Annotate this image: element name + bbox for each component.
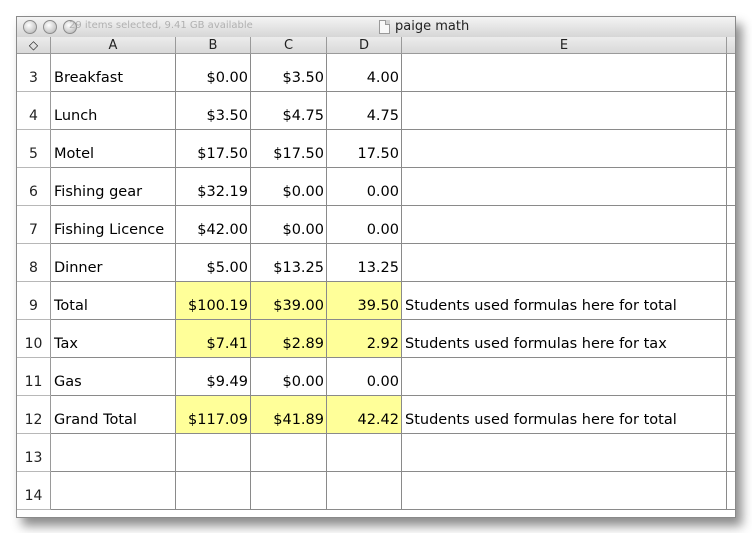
cell-b[interactable] [176, 472, 251, 510]
row-header[interactable]: 12 [17, 396, 51, 434]
cell-c[interactable]: $3.50 [251, 54, 327, 92]
column-header-d[interactable]: D [327, 37, 402, 54]
cell-a[interactable]: Breakfast [51, 54, 176, 92]
close-button[interactable] [23, 20, 37, 34]
cell-e[interactable] [402, 168, 727, 206]
spreadsheet-window: 29 items selected, 9.41 GB available pai… [16, 16, 736, 518]
row-header[interactable]: 6 [17, 168, 51, 206]
cell-e[interactable] [402, 434, 727, 472]
row-header[interactable]: 14 [17, 472, 51, 510]
cell-f[interactable] [727, 434, 735, 472]
cell-f[interactable] [727, 130, 735, 168]
row-header[interactable]: 3 [17, 54, 51, 92]
cell-e[interactable] [402, 92, 727, 130]
cell-b[interactable]: $42.00 [176, 206, 251, 244]
cell-f[interactable] [727, 206, 735, 244]
cell-a[interactable] [51, 472, 176, 510]
cell-e[interactable] [402, 472, 727, 510]
cell-b[interactable]: $117.09 [176, 396, 251, 434]
cell-f[interactable] [727, 92, 735, 130]
cell-b[interactable]: $32.19 [176, 168, 251, 206]
cell-a[interactable]: Gas [51, 358, 176, 396]
column-header-c[interactable]: C [251, 37, 327, 54]
select-all-corner[interactable]: ◇ [17, 37, 51, 54]
cell-c[interactable]: $17.50 [251, 130, 327, 168]
cell-a[interactable]: Fishing gear [51, 168, 176, 206]
cell-f[interactable] [727, 358, 735, 396]
cell-d[interactable] [327, 472, 402, 510]
cell-b[interactable]: $5.00 [176, 244, 251, 282]
row-header[interactable]: 10 [17, 320, 51, 358]
cell-c[interactable]: $4.75 [251, 92, 327, 130]
column-header-e[interactable]: E [402, 37, 727, 54]
cell-b[interactable]: $3.50 [176, 92, 251, 130]
row-header[interactable]: 5 [17, 130, 51, 168]
row-header[interactable]: 11 [17, 358, 51, 396]
cell-f[interactable] [727, 54, 735, 92]
column-header-f[interactable] [727, 37, 735, 54]
cell-c[interactable] [251, 434, 327, 472]
cell-e[interactable] [402, 206, 727, 244]
cell-e[interactable] [402, 358, 727, 396]
cell-b[interactable]: $7.41 [176, 320, 251, 358]
cell-e[interactable] [402, 54, 727, 92]
cell-a[interactable]: Lunch [51, 92, 176, 130]
row-header[interactable]: 9 [17, 282, 51, 320]
cell-c[interactable]: $0.00 [251, 206, 327, 244]
cell-c[interactable] [251, 472, 327, 510]
cell-b[interactable]: $0.00 [176, 54, 251, 92]
cell-e[interactable]: Students used formulas here for tax [402, 320, 727, 358]
cell-e[interactable] [402, 130, 727, 168]
title-bar[interactable]: 29 items selected, 9.41 GB available pai… [17, 17, 735, 38]
column-header-b[interactable]: B [176, 37, 251, 54]
cell-e[interactable]: Students used formulas here for total [402, 282, 727, 320]
cell-d[interactable]: 39.50 [327, 282, 402, 320]
cell-a[interactable]: Total [51, 282, 176, 320]
cell-f[interactable] [727, 472, 735, 510]
row-header[interactable]: 4 [17, 92, 51, 130]
cell-d[interactable] [327, 434, 402, 472]
cell-f[interactable] [727, 244, 735, 282]
cell-b[interactable]: $100.19 [176, 282, 251, 320]
cell-c[interactable]: $0.00 [251, 168, 327, 206]
status-text: 29 items selected, 9.41 GB available [69, 20, 253, 31]
cell-d[interactable]: 13.25 [327, 244, 402, 282]
cell-a[interactable] [51, 434, 176, 472]
window-title: paige math [395, 19, 470, 34]
cell-f[interactable] [727, 282, 735, 320]
cell-a[interactable]: Grand Total [51, 396, 176, 434]
cell-f[interactable] [727, 396, 735, 434]
cell-a[interactable]: Fishing Licence [51, 206, 176, 244]
cell-d[interactable]: 4.75 [327, 92, 402, 130]
cell-f[interactable] [727, 320, 735, 358]
cell-e[interactable] [402, 244, 727, 282]
cell-e[interactable]: Students used formulas here for total [402, 396, 727, 434]
cell-d[interactable]: 0.00 [327, 206, 402, 244]
cell-c[interactable]: $2.89 [251, 320, 327, 358]
cell-d[interactable]: 4.00 [327, 54, 402, 92]
row-header[interactable]: 7 [17, 206, 51, 244]
cell-d[interactable]: 42.42 [327, 396, 402, 434]
cell-c[interactable]: $0.00 [251, 358, 327, 396]
row-header[interactable]: 8 [17, 244, 51, 282]
cell-b[interactable]: $9.49 [176, 358, 251, 396]
cell-b[interactable] [176, 434, 251, 472]
row-header[interactable]: 13 [17, 434, 51, 472]
cell-d[interactable]: 2.92 [327, 320, 402, 358]
cell-c[interactable]: $13.25 [251, 244, 327, 282]
cell-d[interactable]: 17.50 [327, 130, 402, 168]
cell-f[interactable] [727, 168, 735, 206]
cell-c[interactable]: $39.00 [251, 282, 327, 320]
minimize-button[interactable] [43, 20, 57, 34]
cell-a[interactable]: Motel [51, 130, 176, 168]
cell-c[interactable]: $41.89 [251, 396, 327, 434]
document-icon [379, 20, 390, 34]
cell-d[interactable]: 0.00 [327, 358, 402, 396]
cell-b[interactable]: $17.50 [176, 130, 251, 168]
cell-d[interactable]: 0.00 [327, 168, 402, 206]
cell-a[interactable]: Tax [51, 320, 176, 358]
column-header-a[interactable]: A [51, 37, 176, 54]
cell-a[interactable]: Dinner [51, 244, 176, 282]
